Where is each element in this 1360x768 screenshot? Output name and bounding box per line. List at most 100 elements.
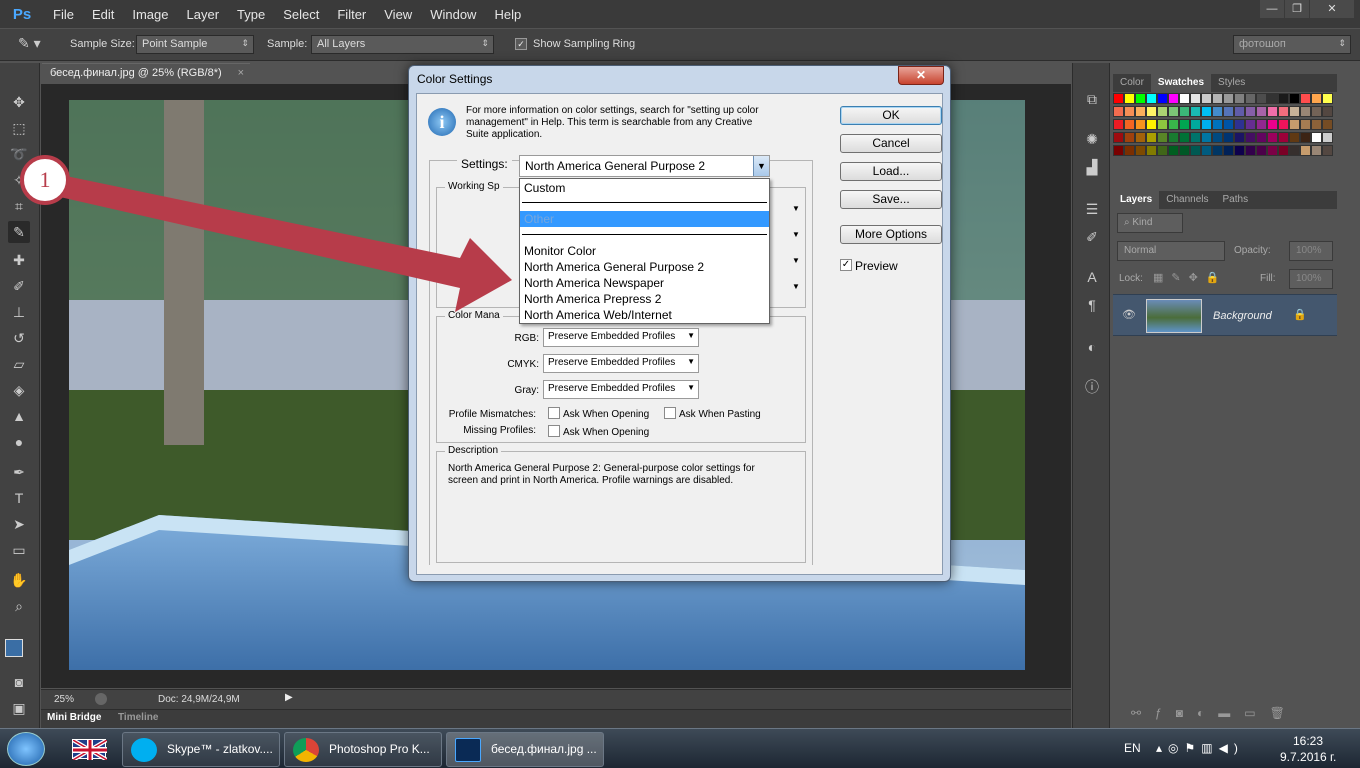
color-swatch[interactable]: [1267, 132, 1278, 143]
tab-timeline[interactable]: Timeline: [118, 712, 158, 723]
color-swatch[interactable]: [1322, 145, 1333, 156]
color-swatch[interactable]: [1113, 106, 1124, 117]
ask-pasting-checkbox[interactable]: [664, 407, 676, 419]
working-space-arrow-1[interactable]: ▼: [792, 204, 800, 213]
clock-date[interactable]: 9.7.2016 г.: [1280, 750, 1336, 764]
option-na-newspaper[interactable]: North America Newspaper: [520, 275, 769, 291]
color-swatch[interactable]: [1201, 119, 1212, 130]
tab-swatches[interactable]: Swatches: [1150, 74, 1212, 92]
color-swatch[interactable]: [1245, 93, 1256, 104]
color-swatch[interactable]: [1190, 132, 1201, 143]
ask-opening-mismatch-checkbox[interactable]: [548, 407, 560, 419]
adjustments-panel-icon[interactable]: ☰: [1082, 199, 1102, 219]
styles-panel-icon[interactable]: ◐: [1082, 337, 1102, 357]
color-swatch[interactable]: [1311, 93, 1322, 104]
minimize-button[interactable]: —: [1260, 0, 1284, 18]
opacity-field[interactable]: 100%: [1289, 241, 1333, 261]
tray-icons[interactable]: ▴◎⚑▥◀): [1156, 741, 1244, 755]
color-swatch[interactable]: [1212, 106, 1223, 117]
color-swatch[interactable]: [1135, 145, 1146, 156]
color-swatch[interactable]: [1223, 145, 1234, 156]
path-selection-tool-icon[interactable]: ➤: [8, 513, 30, 535]
foreground-color-swatch[interactable]: [5, 639, 23, 657]
color-swatch[interactable]: [1322, 119, 1333, 130]
color-swatch[interactable]: [1234, 145, 1245, 156]
menu-filter[interactable]: Filter: [328, 7, 375, 22]
menu-view[interactable]: View: [375, 7, 421, 22]
color-swatch[interactable]: [1201, 145, 1212, 156]
color-swatch[interactable]: [1124, 132, 1135, 143]
preview-checkbox[interactable]: ✓: [840, 259, 852, 271]
clock-time[interactable]: 16:23: [1293, 734, 1323, 748]
color-swatch[interactable]: [1201, 132, 1212, 143]
move-tool-icon[interactable]: ✥: [8, 91, 30, 113]
color-swatch[interactable]: [1311, 106, 1322, 117]
menu-type[interactable]: Type: [228, 7, 274, 22]
color-swatch[interactable]: [1190, 145, 1201, 156]
color-swatch[interactable]: [1322, 132, 1333, 143]
color-swatch[interactable]: [1223, 93, 1234, 104]
gray-policy-select[interactable]: Preserve Embedded Profiles ▼: [543, 380, 699, 399]
color-swatch[interactable]: [1179, 106, 1190, 117]
color-swatch[interactable]: [1190, 106, 1201, 117]
close-document-icon[interactable]: ×: [238, 67, 244, 79]
fill-field[interactable]: 100%: [1289, 269, 1333, 289]
color-swatch[interactable]: [1146, 119, 1157, 130]
working-space-arrow-2[interactable]: ▼: [792, 230, 800, 239]
color-swatch[interactable]: [1234, 119, 1245, 130]
color-swatch[interactable]: [1168, 93, 1179, 104]
option-na-prepress[interactable]: North America Prepress 2: [520, 291, 769, 307]
color-swatch[interactable]: [1201, 106, 1212, 117]
color-swatch[interactable]: [1223, 132, 1234, 143]
color-swatch[interactable]: [1289, 93, 1300, 104]
color-swatch[interactable]: [1245, 106, 1256, 117]
hand-tool-icon[interactable]: ✋: [8, 569, 30, 591]
color-swatch[interactable]: [1190, 119, 1201, 130]
layer-row-background[interactable]: 👁 Background 🔒: [1113, 294, 1337, 336]
eyedropper-tool-preset-icon[interactable]: ✎ ▾: [18, 35, 52, 55]
color-swatch[interactable]: [1256, 145, 1267, 156]
color-swatch[interactable]: [1157, 145, 1168, 156]
workspace-select[interactable]: фотошоп: [1233, 35, 1351, 54]
color-swatch[interactable]: [1300, 119, 1311, 130]
color-swatch[interactable]: [1278, 119, 1289, 130]
menu-help[interactable]: Help: [485, 7, 530, 22]
start-button-icon[interactable]: [7, 732, 45, 766]
color-swatch[interactable]: [1179, 119, 1190, 130]
tab-channels[interactable]: Channels: [1159, 191, 1215, 209]
working-space-arrow-4[interactable]: ▼: [792, 282, 800, 291]
histogram-panel-icon[interactable]: ▟: [1082, 157, 1102, 177]
status-expand-arrow-icon[interactable]: ▶: [285, 692, 293, 703]
color-swatch[interactable]: [1124, 93, 1135, 104]
color-swatch[interactable]: [1212, 145, 1223, 156]
color-swatch[interactable]: [1124, 145, 1135, 156]
type-tool-icon[interactable]: T: [8, 487, 30, 509]
color-swatch[interactable]: [1289, 145, 1300, 156]
menu-layer[interactable]: Layer: [178, 7, 229, 22]
color-swatch[interactable]: [1289, 119, 1300, 130]
color-swatch[interactable]: [1157, 132, 1168, 143]
brush-presets-panel-icon[interactable]: ✐: [1082, 227, 1102, 247]
color-swatch[interactable]: [1135, 119, 1146, 130]
color-swatch[interactable]: [1223, 119, 1234, 130]
history-brush-tool-icon[interactable]: ↺: [8, 327, 30, 349]
close-window-button[interactable]: ✕: [1310, 0, 1354, 18]
color-swatch[interactable]: [1267, 93, 1278, 104]
quick-mask-icon[interactable]: ◙: [8, 671, 30, 693]
brush-tool-icon[interactable]: ✐: [8, 275, 30, 297]
ok-button[interactable]: OK: [840, 106, 942, 125]
color-swatch[interactable]: [1135, 93, 1146, 104]
character-panel-icon[interactable]: A: [1082, 267, 1102, 287]
more-options-button[interactable]: More Options: [840, 225, 942, 244]
color-swatch[interactable]: [1135, 106, 1146, 117]
color-swatch[interactable]: [1278, 145, 1289, 156]
status-menu-icon[interactable]: [95, 693, 107, 705]
color-swatch[interactable]: [1256, 119, 1267, 130]
color-swatch[interactable]: [1168, 132, 1179, 143]
color-swatch[interactable]: [1311, 132, 1322, 143]
color-swatch[interactable]: [1289, 106, 1300, 117]
paint-bucket-tool-icon[interactable]: ◈: [8, 379, 30, 401]
color-swatch[interactable]: [1311, 119, 1322, 130]
color-swatch[interactable]: [1234, 132, 1245, 143]
tab-color[interactable]: Color: [1113, 74, 1151, 92]
